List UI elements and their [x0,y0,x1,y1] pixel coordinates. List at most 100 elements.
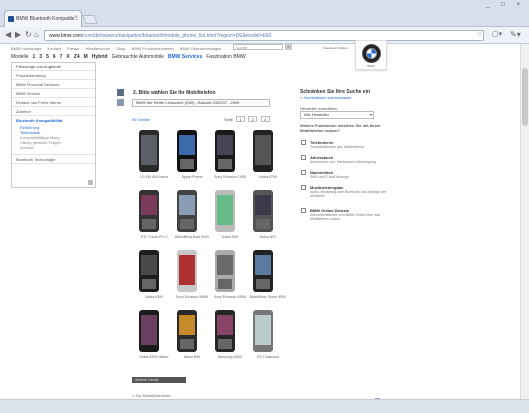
phone-image [214,249,236,293]
phone-item[interactable]: Sony Ericsson C905 [208,129,248,187]
phone-item[interactable]: Apple iPhone [170,129,210,187]
page-scrollbar[interactable] [520,44,529,399]
reset-filter-link[interactable]: » Suchkriterien zurücksetzen [300,95,351,100]
phone-item[interactable]: BlackBerry Storm 9500 [246,249,286,307]
model-nav-item[interactable]: Gebrauchte Automobile [112,54,164,60]
feature-checkbox[interactable] [301,170,306,175]
meta-nav-link[interactable]: BMW Gebrauchtwagen [180,46,221,51]
phone-item[interactable]: Nokia 6700 [246,129,286,187]
meta-nav-link[interactable]: Presse [67,46,79,51]
phone-image [138,189,160,233]
phone-item[interactable]: HTC Diamond [246,309,286,367]
feature-subtitle: Adressbuch und Telefonbuch-Übertragung [310,160,376,164]
model-nav-item[interactable]: 5 [46,54,49,60]
sidebar-item[interactable]: Zubehör [12,107,95,116]
browser-tab[interactable]: BMW Bluetooth Kompatibi... × [4,10,82,27]
results-count-link[interactable]: 96 Geräte [132,117,150,122]
model-navigation: Modelle 1 3 5 6 7 X Z4 M Hybrid Gebrauchte Automob… [11,54,250,60]
phone-item[interactable]: HTC Touch Pro 2 [132,189,172,247]
model-nav-item[interactable]: 3 [39,54,42,60]
sidebar-head: Fahrzeuge und Angebote [12,63,95,71]
logo-caption: BMW [367,64,375,68]
search-input[interactable]: Suche [233,44,283,50]
more-devices-bar[interactable]: Weitere Geräte [132,377,186,383]
phone-item[interactable]: Nokia N97 [246,189,286,247]
meta-nav-link[interactable]: Shop [116,46,125,51]
phone-name: Nokia N97 [259,235,277,239]
bmw-logo-box[interactable]: BMW [355,40,387,70]
model-nav-item[interactable]: Hybrid [92,54,108,60]
phone-item[interactable]: Nokia 6300 [132,249,172,307]
phone-image [252,129,274,173]
phone-image [138,249,160,293]
favicon-icon [8,16,14,22]
brand-slogan: Freude am Fahren [323,46,348,50]
wrench-menu-icon[interactable]: ✎▾ [510,30,521,39]
model-nav-item[interactable]: Modelle [11,54,29,60]
close-tab-icon[interactable]: × [74,15,78,21]
pager-page-3[interactable]: 3 [260,116,270,122]
model-nav-item[interactable]: 6 [53,54,56,60]
phone-item[interactable]: Sony Ericsson K850i [208,249,248,307]
feature-checkbox[interactable] [301,208,306,213]
meta-nav-link[interactable]: Händlersuche [86,46,111,51]
feature-checkbox[interactable] [301,155,306,160]
pager-page-2[interactable]: 2 [248,116,258,122]
sidebar-subitem[interactable]: Kontakt [12,145,95,150]
model-select[interactable]: BMW 5er Reihe Limousine (E60) - Bauzeit … [132,99,270,107]
phone-item[interactable]: Sony Ericsson W595 [170,249,210,307]
scrollbar-thumb[interactable] [522,68,528,126]
phone-image [176,249,198,293]
bookmark-star-icon[interactable]: ☆ [476,30,482,38]
feature-subtitle: Audio-Streaming über Bluetooth und Anzei… [310,190,387,198]
feature-subtitle: SMS und E-Mail Anzeige [310,175,349,179]
address-bar[interactable]: www.bmw.com/com/de/owners/navigation/blu… [44,30,484,41]
search-button[interactable]: » [285,44,292,50]
model-nav-item[interactable]: X [66,54,69,60]
phone-item[interactable]: Nokia N96 [170,309,210,367]
phone-item[interactable]: Nokia 6300 classic [132,309,172,367]
phone-item[interactable]: BlackBerry Bold 9000 [170,189,210,247]
feature-checkbox[interactable] [301,185,306,190]
feature-subtitle: Internetfunktionen und BMW Online über d… [310,213,381,221]
phone-item[interactable]: Nokia E66 [208,189,248,247]
sidebar-item[interactable]: Einfach mal Probe fahren [12,98,95,107]
window-controls[interactable]: _ □ × [486,2,525,8]
sidebar-item[interactable]: BMW Financial Services [12,80,95,89]
sidebar-item[interactable]: BMW Service [12,89,95,98]
sidebar-item[interactable]: Produktberatung [12,71,95,80]
model-nav-item[interactable]: 1 [33,54,36,60]
model-nav-item[interactable]: 7 [60,54,63,60]
meta-nav-link[interactable]: Kontakt [47,46,61,51]
model-nav-item[interactable]: Z4 [74,54,80,60]
manufacturer-select[interactable]: Alle Hersteller ▾ [300,111,374,119]
home-icon[interactable]: ⌂ [34,31,39,39]
sidebar-item-bluetooth[interactable]: Bluetooth Kompatibilität [12,116,95,125]
step-icon-secondary [117,99,124,106]
reload-icon[interactable]: ↻ [25,31,32,39]
pager-label: Seite [224,117,234,122]
forward-arrow-icon[interactable]: ▶ [15,31,21,39]
step-icon [117,89,124,96]
phone-name: Nokia 6700 [259,175,277,179]
browser-toolbar: ◀ ▶ ↻ ⌂ www.bmw.com/com/de/owners/naviga… [0,27,529,44]
phone-item[interactable]: Samsung G600 [208,309,248,367]
sidebar-item-technology[interactable]: Bluetooth Technologie [12,155,95,164]
feature-subtitle: Grundfunktionen des Telefonierens [310,145,365,149]
phone-image [252,249,274,293]
feature-checkbox[interactable] [301,140,306,145]
pager-page-1[interactable]: 1 [236,116,246,122]
meta-nav-link[interactable]: BMW Produktneuheiten [132,46,174,51]
meta-nav-link[interactable]: BMW Homepage [11,46,41,51]
model-nav-item[interactable]: Faszination BMW [206,54,245,60]
back-arrow-icon[interactable]: ◀ [5,31,11,39]
step-title: 2. Bitte wählen Sie Ihr Mobiltelefon [133,90,216,96]
left-sidebar: Fahrzeuge und Angebote Produktberatung BM… [11,62,96,188]
phone-item[interactable]: LG KM 900 Arena [132,129,172,187]
web-page: BMW Homepage Kontakt Presse Händlersuche Sho… [0,40,520,404]
chevron-down-icon: ▾ [369,112,372,117]
new-tab-button[interactable] [82,15,98,24]
model-nav-item[interactable]: M [84,54,88,60]
model-nav-item[interactable]: BMW Services [168,54,202,60]
page-menu-icon[interactable]: ▢▾ [492,30,502,38]
